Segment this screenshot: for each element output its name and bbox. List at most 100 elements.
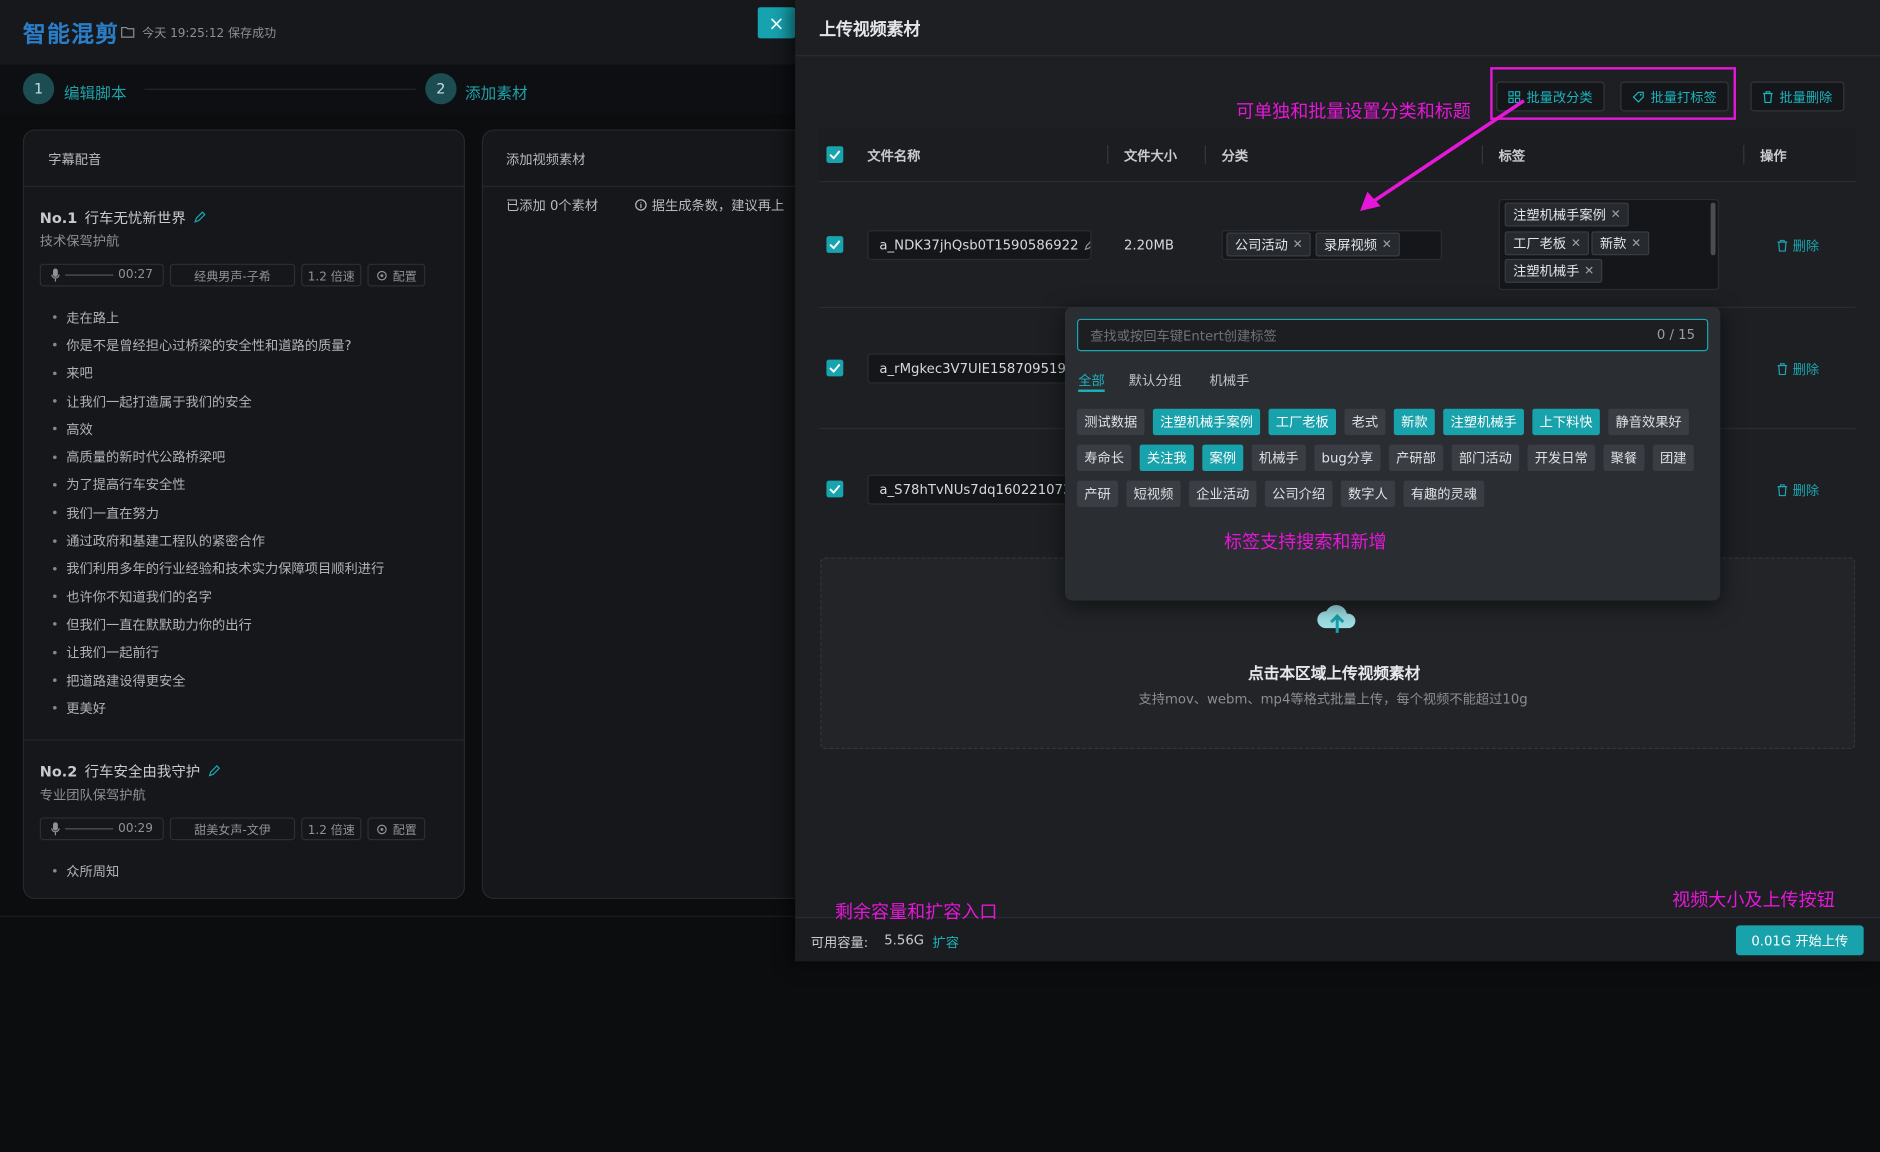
remove-icon[interactable]: ✕ <box>1584 264 1594 277</box>
row-1-delete-button[interactable]: 删除 <box>1777 236 1819 255</box>
check-icon <box>829 484 841 494</box>
select-all-checkbox[interactable] <box>826 146 844 164</box>
category-tag[interactable]: 录屏视频 ✕ <box>1315 232 1401 257</box>
script-line: 众所周知 <box>53 857 119 885</box>
remove-icon[interactable]: ✕ <box>1382 238 1392 251</box>
speed-select[interactable]: 1.2 倍速 <box>301 263 362 287</box>
tag-tab-robot-arm[interactable]: 机械手 <box>1210 370 1250 389</box>
section-1-subtitle: 技术保驾护航 <box>39 233 120 250</box>
tag-option[interactable]: 公司介绍 <box>1264 480 1333 508</box>
col-divider <box>1107 145 1109 165</box>
tag-option[interactable]: 新款 <box>1393 408 1435 436</box>
close-dialog-button[interactable]: × <box>757 7 796 39</box>
tag-option[interactable]: 聚餐 <box>1603 444 1645 472</box>
col-divider <box>1743 145 1745 165</box>
script-line: 高质量的新时代公路桥梁吧 <box>53 443 384 471</box>
tags-scrollbar[interactable] <box>1710 202 1716 256</box>
row-2-delete-button[interactable]: 删除 <box>1777 360 1819 379</box>
tag-tab-all[interactable]: 全部 <box>1078 370 1105 389</box>
tag-tab-default[interactable]: 默认分组 <box>1129 370 1182 389</box>
tag-option[interactable]: 静音效果好 <box>1608 408 1689 436</box>
voice-select[interactable]: 经典男声-子希 <box>169 263 296 287</box>
audio-player[interactable]: 00:29 <box>39 817 164 841</box>
tag-chip[interactable]: 注塑机械手 ✕ <box>1504 258 1603 283</box>
edit-icon[interactable] <box>207 765 221 778</box>
edit-icon <box>1084 241 1091 251</box>
tag-chip[interactable]: 工厂老板 ✕ <box>1504 231 1590 256</box>
audio-player[interactable]: 00:27 <box>39 263 164 287</box>
step-2-label[interactable]: 添加素材 <box>465 80 528 103</box>
tag-option[interactable]: 案例 <box>1202 444 1244 472</box>
dialog-title: 上传视频素材 <box>819 20 921 40</box>
expand-capacity-link[interactable]: 扩容 <box>932 933 959 952</box>
added-count: 已添加 0个素材 <box>505 197 599 214</box>
remove-icon[interactable]: ✕ <box>1293 238 1303 251</box>
tag-option[interactable]: bug分享 <box>1314 444 1381 472</box>
row-3-filename-input[interactable]: a_S78hTvNUs7dq1602210733 <box>867 474 1092 505</box>
tag-option[interactable]: 机械手 <box>1251 444 1306 472</box>
category-tag[interactable]: 公司活动 ✕ <box>1226 232 1312 257</box>
tag-option[interactable]: 关注我 <box>1139 444 1194 472</box>
tag-option[interactable]: 测试数据 <box>1077 408 1145 436</box>
tag-option[interactable]: 工厂老板 <box>1268 408 1337 436</box>
tag-option[interactable]: 老式 <box>1344 408 1386 436</box>
batch-delete-button[interactable]: 批量删除 <box>1750 81 1845 112</box>
remove-icon[interactable]: ✕ <box>1571 237 1581 250</box>
col-category: 分类 <box>1221 148 1249 165</box>
col-size: 文件大小 <box>1123 148 1177 165</box>
category-tag-label: 公司活动 <box>1234 237 1288 253</box>
tag-option[interactable]: 部门活动 <box>1451 444 1520 472</box>
capacity-value: 5.56G <box>884 932 925 949</box>
tag-option[interactable]: 开发日常 <box>1527 444 1595 472</box>
capacity-label: 可用容量: <box>810 934 869 951</box>
step-1-label[interactable]: 编辑脚本 <box>64 80 127 103</box>
edit-icon[interactable] <box>193 211 206 224</box>
divider <box>483 185 820 187</box>
script-line: 更美好 <box>53 694 384 722</box>
row-2-filename-input[interactable]: a_rMgkec3V7UIE1587095197_ <box>867 353 1092 384</box>
audio-progress <box>65 274 114 276</box>
speed-select[interactable]: 1.2 倍速 <box>301 817 362 841</box>
cloud-upload-icon <box>1317 605 1356 633</box>
upload-hint: 支持mov、webm、mp4等格式批量上传，每个视频不能超过10g <box>1138 691 1528 708</box>
app-logo: 智能混剪 <box>22 21 120 48</box>
tag-search-input[interactable]: 查找或按回车键Entert创建标签 0 / 15 <box>1077 318 1709 352</box>
tag-option[interactable]: 产研 <box>1077 480 1118 508</box>
folder-icon <box>121 26 135 38</box>
script-line: 我们利用多年的行业经验和技术实力保障项目顺利进行 <box>53 555 384 583</box>
tag-option[interactable]: 短视频 <box>1126 480 1181 508</box>
row-3-checkbox[interactable] <box>826 480 844 498</box>
trash-icon <box>1777 239 1788 252</box>
config-button[interactable]: 配置 <box>367 817 426 841</box>
tag-option[interactable]: 寿命长 <box>1077 444 1132 472</box>
video-card-title: 添加视频素材 <box>505 152 586 168</box>
tag-option[interactable]: 企业活动 <box>1189 480 1257 508</box>
voice-select[interactable]: 甜美女声-文伊 <box>169 817 296 841</box>
row-3-delete-button[interactable]: 删除 <box>1777 481 1819 500</box>
tag-option[interactable]: 数字人 <box>1340 480 1396 508</box>
row-1-filename-input[interactable]: a_NDK37jhQsb0T1590586922 <box>867 230 1092 261</box>
tag-chip-label: 注塑机械手 <box>1513 263 1580 280</box>
tag-option[interactable]: 注塑机械手 <box>1443 408 1524 436</box>
subtitle-card-title: 字幕配音 <box>48 152 102 168</box>
script-line: 高效 <box>53 415 384 443</box>
tag-option[interactable]: 有趣的灵魂 <box>1403 480 1485 508</box>
tag-option[interactable]: 上下料快 <box>1532 408 1600 436</box>
row-2-checkbox[interactable] <box>826 359 844 377</box>
script-line: 让我们一起打造属于我们的安全 <box>53 387 384 415</box>
video-hint: 据生成条数，建议再上 <box>635 195 784 214</box>
remove-icon[interactable]: ✕ <box>1631 237 1641 250</box>
delete-label: 删除 <box>1792 361 1820 378</box>
tag-option[interactable]: 产研部 <box>1388 444 1444 472</box>
active-tab-indicator <box>1078 389 1105 392</box>
remove-icon[interactable]: ✕ <box>1611 208 1621 221</box>
tag-search-placeholder: 查找或按回车键Entert创建标签 <box>1090 327 1277 344</box>
row-1-checkbox[interactable] <box>826 236 844 253</box>
check-icon <box>829 150 841 160</box>
tag-option[interactable]: 注塑机械手案例 <box>1152 408 1261 436</box>
tag-chip[interactable]: 新款 ✕ <box>1591 231 1650 256</box>
tag-option[interactable]: 团建 <box>1652 444 1694 472</box>
start-upload-button[interactable]: 0.01G 开始上传 <box>1735 925 1864 956</box>
config-button[interactable]: 配置 <box>367 263 426 287</box>
tag-count: 0 / 15 <box>1656 327 1696 343</box>
